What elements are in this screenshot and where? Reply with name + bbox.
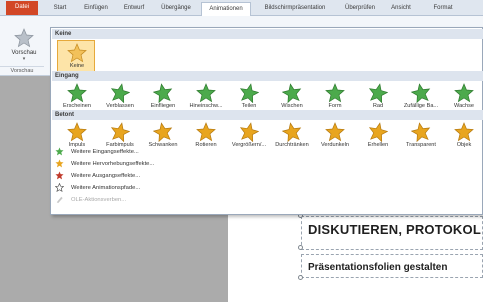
anim-label: Impuls (68, 142, 86, 148)
entrance-star-icon (239, 83, 259, 103)
anim-entrance-9[interactable]: Wachse (442, 81, 483, 117)
anim-label: Form (328, 103, 342, 109)
resize-handle[interactable] (298, 245, 303, 250)
anim-label: Wachse (454, 103, 474, 109)
anim-label: Verdunkeln (321, 142, 349, 148)
anim-label: Rad (372, 103, 384, 109)
preview-group-label: Vorschau (0, 66, 44, 75)
tab-review[interactable]: Überprüfen (340, 2, 380, 15)
entrance-star-icon (325, 83, 345, 103)
entrance-star-icon (110, 83, 130, 103)
anim-label: Wischen (281, 103, 303, 109)
menu-ole-actions: OLE-Aktionsverben... (55, 195, 126, 205)
emphasis-star-icon (239, 122, 259, 142)
tab-insert[interactable]: Einfügen (78, 2, 114, 15)
preview-star-icon (14, 28, 34, 48)
anim-entrance-4[interactable]: Teilen (227, 81, 271, 117)
anim-label: Keine (69, 63, 85, 69)
slide-title-text[interactable]: DISKUTIEREN, PROTOKOL (308, 222, 481, 237)
resize-handle[interactable] (298, 275, 303, 280)
section-header-none: Keine (52, 29, 483, 39)
entrance-star-icon (67, 83, 87, 103)
anim-entrance-5[interactable]: Wischen (270, 81, 314, 117)
menu-more-paths[interactable]: Weitere Animationspfade... (55, 183, 140, 193)
emphasis-star-icon (325, 122, 345, 142)
emphasis-star-icon (110, 122, 130, 142)
anim-emphasis-2[interactable]: Schwanken (141, 120, 185, 156)
anim-label: Objek (456, 142, 472, 148)
entrance-star-icon (454, 83, 474, 103)
anim-entrance-1[interactable]: Verblassen (98, 81, 142, 117)
anim-entrance-2[interactable]: Einfliegen (141, 81, 185, 117)
star-none-icon (67, 43, 87, 63)
slide-subtitle-text[interactable]: Präsentationsfolien gestalten (308, 262, 447, 273)
menu-more-exit[interactable]: Weitere Ausgangseffekte... (55, 171, 140, 181)
anim-label: Rotieren (195, 142, 217, 148)
menu-more-emphasis[interactable]: Weitere Hervorhebungseffekte... (55, 159, 154, 169)
motion-path-icon (55, 183, 64, 192)
anim-emphasis-4[interactable]: Vergrößern/... (227, 120, 271, 156)
menu-label: Weitere Hervorhebungseffekte... (71, 161, 155, 168)
anim-emphasis-0[interactable]: Impuls (55, 120, 99, 156)
anim-emphasis-9[interactable]: Objek (442, 120, 483, 156)
menu-label: Weitere Animationspfade... (71, 185, 141, 192)
anim-label: Farbimpuls (106, 142, 134, 148)
entrance-star-icon (411, 83, 431, 103)
ole-action-icon (55, 195, 64, 204)
emphasis-star-icon (454, 122, 474, 142)
anim-label: Einfliegen (150, 103, 176, 109)
menu-label: OLE-Aktionsverben... (71, 197, 127, 204)
chevron-down-icon: ▾ (22, 56, 26, 62)
anim-entrance-6[interactable]: Form (313, 81, 357, 117)
entrance-star-icon (196, 83, 216, 103)
section-header-entrance: Eingang (52, 71, 483, 81)
emphasis-star-icon (67, 122, 87, 142)
anim-label: Hineinschw... (189, 103, 223, 109)
anim-label: Zufällige Ba... (403, 103, 439, 109)
anim-label: Vergrößern/... (231, 142, 267, 148)
tab-file[interactable]: Datei (6, 1, 38, 15)
anim-emphasis-7[interactable]: Erhellen (356, 120, 400, 156)
emphasis-star-icon (153, 122, 173, 142)
anim-emphasis-6[interactable]: Verdunkeln (313, 120, 357, 156)
emphasis-star-icon (368, 122, 388, 142)
anim-entrance-8[interactable]: Zufällige Ba... (399, 81, 443, 117)
anim-emphasis-3[interactable]: Rotieren (184, 120, 228, 156)
anim-emphasis-8[interactable]: Transparent (399, 120, 443, 156)
anim-label: Schwanken (148, 142, 178, 148)
anim-label: Durchtränken (275, 142, 309, 148)
anim-label: Teilen (241, 103, 257, 109)
menu-label: Weitere Ausgangseffekte... (71, 173, 141, 180)
anim-entrance-3[interactable]: Hineinschw... (184, 81, 228, 117)
tab-animations[interactable]: Animationen (201, 2, 251, 16)
emphasis-effects-icon (55, 159, 64, 168)
tab-format[interactable]: Format (428, 2, 458, 15)
anim-label: Erscheinen (63, 103, 91, 109)
anim-emphasis-5[interactable]: Durchtränken (270, 120, 314, 156)
tab-start[interactable]: Start (48, 2, 72, 15)
tab-design[interactable]: Entwurf (118, 2, 150, 15)
emphasis-star-icon (411, 122, 431, 142)
anim-label: Verblassen (106, 103, 134, 109)
anim-emphasis-1[interactable]: Farbimpuls (98, 120, 142, 156)
tab-transitions[interactable]: Übergänge (154, 2, 198, 15)
tab-slideshow[interactable]: Bildschirmpräsentation (256, 2, 334, 15)
animation-gallery: Keine Keine Eingang Betont Weitere Einga… (50, 27, 483, 215)
entrance-star-icon (153, 83, 173, 103)
entrance-star-icon (282, 83, 302, 103)
anim-entrance-0[interactable]: Erscheinen (55, 81, 99, 117)
preview-button[interactable]: Vorschau ▾ (2, 28, 46, 62)
ribbon-tab-bar: Datei Start Einfügen Entwurf Übergänge A… (0, 0, 483, 16)
tab-view[interactable]: Ansicht (386, 2, 416, 15)
anim-label: Erhellen (367, 142, 389, 148)
exit-effects-icon (55, 171, 64, 180)
entrance-star-icon (368, 83, 388, 103)
emphasis-star-icon (196, 122, 216, 142)
anim-entrance-7[interactable]: Rad (356, 81, 400, 117)
anim-label: Transparent (406, 142, 436, 148)
emphasis-star-icon (282, 122, 302, 142)
